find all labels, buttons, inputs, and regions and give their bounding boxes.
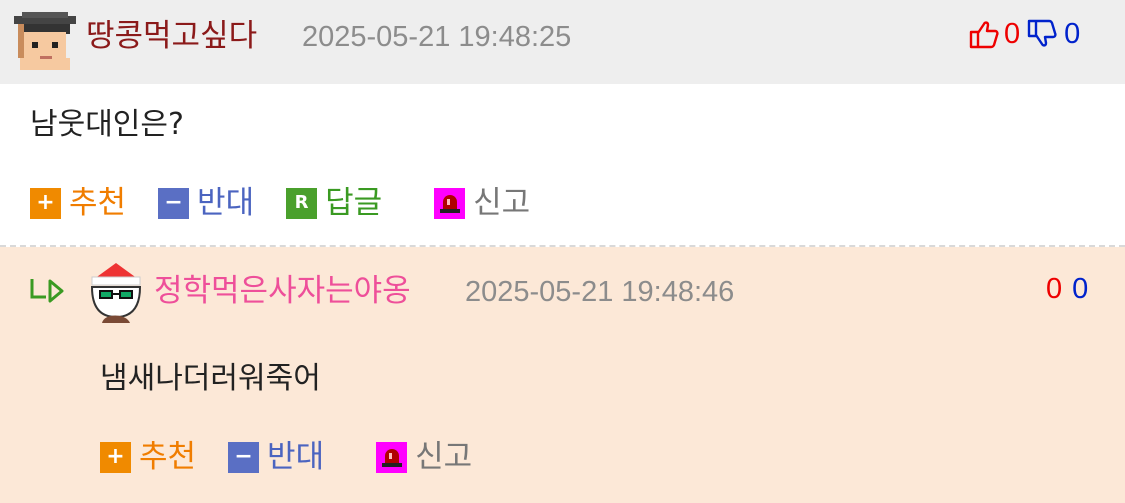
siren-icon: [376, 441, 408, 473]
down-count[interactable]: 0: [1072, 269, 1088, 309]
reply-label: 답글: [325, 185, 383, 221]
siren-icon: [434, 187, 466, 219]
vote-counts: 0 0: [968, 14, 1080, 54]
recommend-button[interactable]: + 추천: [100, 437, 196, 477]
up-count: 0: [1004, 18, 1021, 50]
comment-header: 땅콩먹고싶다 2025-05-21 19:48:25 0 0: [0, 0, 1125, 84]
recommend-button[interactable]: + 추천: [30, 183, 126, 223]
minus-badge-icon: −: [228, 441, 260, 473]
minus-badge-icon: −: [158, 187, 190, 219]
recommend-label: 추천: [139, 439, 197, 475]
comment-actions: + 추천 − 반대 R 답글 신고: [30, 183, 562, 223]
comment-actions: + 추천 − 반대 신고: [100, 437, 504, 477]
oppose-label: 반대: [197, 185, 255, 221]
report-label: 신고: [473, 185, 531, 221]
nickname[interactable]: 땅콩먹고싶다: [86, 16, 257, 56]
oppose-button[interactable]: − 반대: [158, 183, 254, 223]
thumbs-down-icon[interactable]: [1026, 18, 1058, 50]
reply-arrow-icon: [28, 275, 68, 311]
timestamp: 2025-05-21 19:48:46: [465, 276, 735, 308]
recommend-label: 추천: [69, 185, 127, 221]
report-label: 신고: [415, 439, 473, 475]
report-button[interactable]: 신고: [434, 183, 530, 223]
comment-text: 냄새나더러워죽어: [100, 361, 321, 396]
plus-badge-icon: +: [30, 187, 61, 219]
reply-button[interactable]: R 답글: [286, 183, 382, 223]
report-button[interactable]: 신고: [376, 437, 472, 477]
comment-body: 남웃대인은? + 추천 − 반대 R 답글 신고: [0, 84, 1125, 246]
avatar[interactable]: [88, 261, 144, 323]
oppose-label: 반대: [267, 439, 325, 475]
plus-badge-icon: +: [100, 441, 131, 473]
comment-text: 남웃대인은?: [30, 107, 184, 142]
avatar[interactable]: [14, 10, 76, 70]
reply-badge-icon: R: [286, 187, 318, 219]
reply-comment: 정학먹은사자는야옹 2025-05-21 19:48:46 0 0 냄새나더러워…: [0, 247, 1125, 503]
oppose-button[interactable]: − 반대: [228, 437, 324, 477]
nickname[interactable]: 정학먹은사자는야옹: [154, 271, 411, 311]
thumbs-up-icon[interactable]: [968, 18, 1000, 50]
up-count[interactable]: 0: [1046, 269, 1062, 309]
down-count: 0: [1064, 18, 1081, 50]
vote-counts: 0 0: [1046, 269, 1088, 309]
timestamp: 2025-05-21 19:48:25: [302, 21, 572, 53]
